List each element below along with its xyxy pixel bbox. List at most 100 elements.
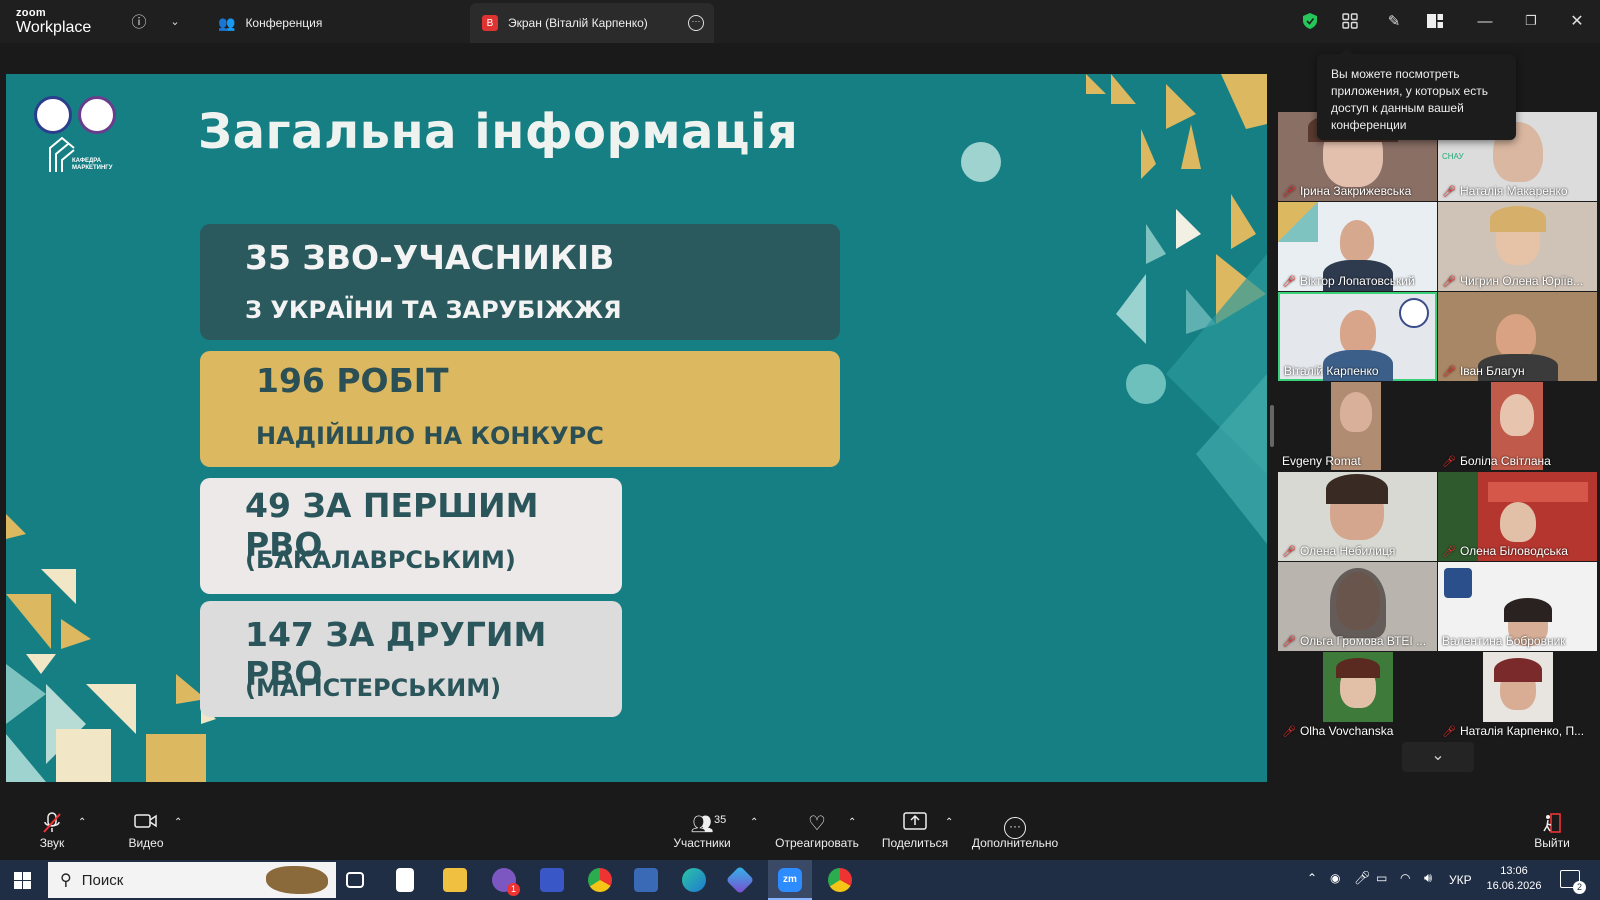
brand-small: zoom xyxy=(16,7,46,19)
muted-mic-icon: 🎤︎ xyxy=(1282,545,1296,558)
brand-name: Workplace xyxy=(16,19,92,36)
layout-view-icon[interactable] xyxy=(1424,10,1446,32)
participants-options-caret[interactable]: ⌃ xyxy=(750,817,758,828)
participants-icon: 👥︎ 35 xyxy=(670,812,734,836)
share-button[interactable]: Поделиться xyxy=(880,812,950,850)
tab-conference-label: Конференция xyxy=(245,16,323,30)
wifi-icon[interactable]: ◠ xyxy=(1400,871,1410,885)
video-tile[interactable]: 🎤︎ Наталія Карпенко, П... xyxy=(1438,652,1597,741)
share-screen-icon xyxy=(880,812,950,836)
chevron-down-icon[interactable]: ⌄ xyxy=(164,10,186,32)
muted-mic-icon: 🎤︎ xyxy=(1282,275,1296,288)
more-icon[interactable]: ··· xyxy=(688,15,704,31)
muted-mic-icon: 🎤︎ xyxy=(1442,365,1456,378)
tab-conference[interactable]: 👥 Конференция xyxy=(206,3,334,43)
video-tile[interactable]: 🎤︎ Олена Біловодська xyxy=(1438,472,1597,561)
chrome-icon[interactable] xyxy=(588,868,612,892)
clock[interactable]: 13:06 16.06.2026 xyxy=(1484,865,1544,892)
viber-icon[interactable]: 1 xyxy=(492,868,520,896)
stat-card-bachelor: 49 ЗА ПЕРШИМ РВО (БАКАЛАВРСЬКИМ) xyxy=(200,478,622,594)
language-indicator[interactable]: УКР xyxy=(1449,873,1472,887)
slide-title: Загальна інформація xyxy=(198,104,799,160)
audio-options-caret[interactable]: ⌃ xyxy=(78,817,86,828)
apps-access-tooltip: Вы можете посмотреть приложения, у котор… xyxy=(1317,48,1516,140)
participant-name: Олена Небилиця xyxy=(1299,544,1396,558)
audio-button[interactable]: Звук xyxy=(30,812,74,850)
stat-card-headline: 35 ЗВО-УЧАСНИКІВ xyxy=(245,238,615,277)
video-tile[interactable]: 🎤︎ Олена Небилиця xyxy=(1278,472,1437,561)
video-tile[interactable]: 🎤︎ Віктор Лопатовський xyxy=(1278,202,1437,291)
video-tile[interactable]: 🎤︎ Боліла Світлана xyxy=(1438,382,1597,471)
participants-count: 35 xyxy=(714,814,727,826)
stat-card-subline: НАДІЙШЛО НА КОНКУРС xyxy=(256,422,604,450)
task-view-icon[interactable] xyxy=(346,872,364,888)
meeting-controls-bar: Звук ⌃ Видео ⌃ 👥︎ 35 Участники ⌃ ♡ Отреа… xyxy=(0,803,1600,860)
close-icon[interactable]: ✕ xyxy=(1566,10,1588,32)
video-tile[interactable]: 🎤︎ Ольга Громова ВТЕІ ... xyxy=(1278,562,1437,651)
video-tile[interactable]: 🎤︎ Olha Vovchanska xyxy=(1278,652,1437,741)
presenter-badge: В xyxy=(482,15,498,31)
participants-button[interactable]: 👥︎ 35 Участники xyxy=(670,812,734,850)
participant-name: Наталія Карпенко, П... xyxy=(1459,724,1585,738)
info-icon[interactable]: ⓘ xyxy=(128,10,150,32)
participant-name: Чигрин Олена Юріїв... xyxy=(1459,274,1584,288)
muted-mic-icon: 🎤︎ xyxy=(1282,725,1296,738)
video-tile[interactable]: Валентина Бобровник xyxy=(1438,562,1597,651)
leave-button[interactable]: Выйти xyxy=(1530,812,1574,850)
video-camera-icon xyxy=(124,812,168,836)
copilot-icon[interactable] xyxy=(725,865,755,895)
zoom-taskbar-item[interactable]: zm xyxy=(768,860,812,900)
edge-icon[interactable] xyxy=(682,868,706,892)
video-tile-active-speaker[interactable]: Віталій Карпенко xyxy=(1278,292,1437,381)
scroll-down-button[interactable]: ⌄ xyxy=(1402,742,1474,772)
viber-badge: 1 xyxy=(507,883,520,896)
restore-icon[interactable]: ❐ xyxy=(1520,10,1542,32)
notification-center-icon[interactable]: 2 xyxy=(1560,870,1586,894)
search-icon: ⚲ xyxy=(60,872,72,889)
video-tile[interactable]: Evgeny Romat xyxy=(1278,382,1437,471)
participant-name: Наталія Макаренко xyxy=(1459,184,1568,198)
photo-app-icon[interactable] xyxy=(634,868,658,892)
participants-label: Участники xyxy=(673,836,731,850)
save-app-icon[interactable] xyxy=(540,868,564,892)
zoom-icon: zm xyxy=(778,868,802,892)
stat-card-subline: З УКРАЇНИ ТА ЗАРУБІЖЖЯ xyxy=(245,296,622,324)
tray-expand-icon[interactable]: ⌃ xyxy=(1307,871,1317,885)
video-options-caret[interactable]: ⌃ xyxy=(174,817,182,828)
clock-time: 13:06 xyxy=(1500,865,1528,877)
notepad-icon[interactable] xyxy=(396,868,414,892)
more-button[interactable]: ··· Дополнительно xyxy=(970,812,1060,850)
file-explorer-icon[interactable] xyxy=(443,868,467,892)
tab-screen-share[interactable]: В Экран (Віталій Карпенко) ··· xyxy=(470,3,714,43)
share-options-caret[interactable]: ⌃ xyxy=(945,817,953,828)
stat-card-participants: 35 ЗВО-УЧАСНИКІВ З УКРАЇНИ ТА ЗАРУБІЖЖЯ xyxy=(200,224,840,340)
security-shield-icon[interactable] xyxy=(1299,10,1321,32)
badge-text: СНАУ xyxy=(1442,152,1464,161)
camera-tray-icon[interactable]: ◉ xyxy=(1330,871,1340,885)
annotate-pencil-icon[interactable]: ✎ xyxy=(1383,10,1405,32)
more-label: Дополнительно xyxy=(971,836,1059,850)
video-button[interactable]: Видео xyxy=(124,812,168,850)
notification-count: 2 xyxy=(1573,881,1586,894)
video-tile[interactable]: 🎤︎ Іван Благун xyxy=(1438,292,1597,381)
battery-icon[interactable]: ▭ xyxy=(1376,871,1387,885)
participant-name: Ольга Громова ВТЕІ ... xyxy=(1299,634,1427,648)
taskbar-search-box[interactable]: ⚲ Поиск xyxy=(48,862,336,898)
panel-resize-handle[interactable] xyxy=(1270,405,1274,447)
microphone-tray-icon[interactable]: 🎤︎ xyxy=(1354,870,1371,886)
participant-gallery: 🎤︎ Ірина Закрижевська СНАУ 🎤︎ Наталія Мака… xyxy=(1278,112,1600,782)
participant-name: Evgeny Romat xyxy=(1282,454,1361,468)
react-options-caret[interactable]: ⌃ xyxy=(848,817,856,828)
minimize-icon[interactable]: — xyxy=(1474,10,1496,32)
stat-card-master: 147 ЗА ДРУГИМ РВО (МАГІСТЕРСЬКИМ) xyxy=(200,601,622,717)
chrome-profile-icon[interactable] xyxy=(828,868,852,892)
windows-start-icon[interactable] xyxy=(14,872,31,889)
video-tile[interactable]: 🎤︎ Чигрин Олена Юріїв... xyxy=(1438,202,1597,291)
muted-mic-icon: 🎤︎ xyxy=(1442,725,1456,738)
apps-grid-icon[interactable] xyxy=(1339,10,1361,32)
participant-name: Віталій Карпенко xyxy=(1284,364,1379,378)
leave-door-icon xyxy=(1530,812,1574,836)
volume-icon[interactable]: 🔊︎ xyxy=(1424,870,1432,886)
stat-card-works: 196 РОБІТ НАДІЙШЛО НА КОНКУРС xyxy=(200,351,840,467)
shared-screen-slide: КАФЕДРА МАРКЕТИНГУ Загальна інформація 3… xyxy=(6,74,1267,782)
